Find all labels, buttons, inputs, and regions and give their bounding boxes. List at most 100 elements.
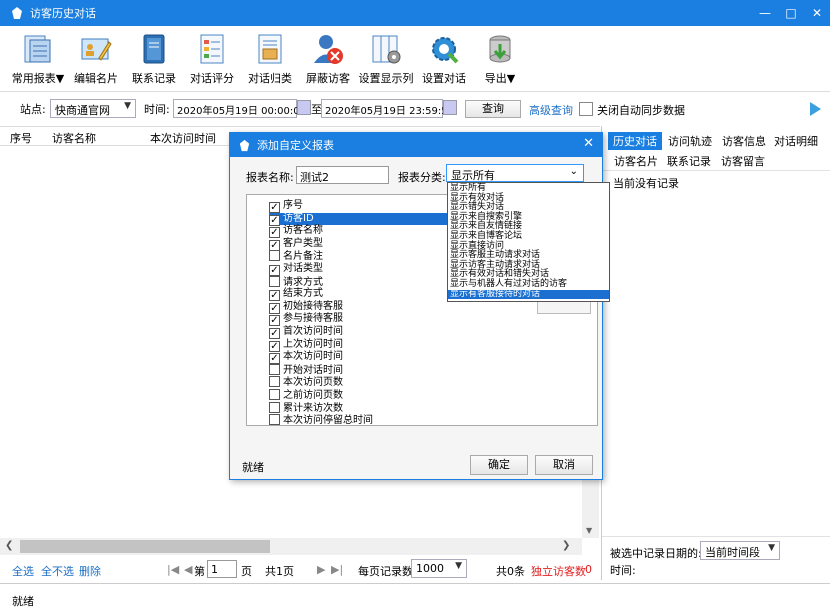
select-none-link[interactable]: 全不选 (41, 563, 74, 579)
field-item[interactable]: 本次访问停留总时间 (269, 414, 373, 425)
field-checkbox[interactable]: ✓ (269, 265, 280, 276)
first-page-icon[interactable]: |◀ (167, 563, 179, 576)
field-checkbox[interactable]: ✓ (269, 353, 280, 365)
toolbar-classify-button[interactable]: 对话归类 (240, 32, 300, 86)
field-checkbox[interactable]: ✓ (269, 202, 280, 213)
category-option[interactable]: 显示来自博客论坛 (450, 232, 522, 241)
prev-page-icon[interactable]: ◀ (184, 563, 192, 576)
field-checkbox[interactable]: ✓ (269, 328, 280, 339)
field-item[interactable]: 之前访问页数 (269, 389, 343, 401)
per-page-select[interactable]: 1000 ▼ (411, 559, 467, 578)
column-header[interactable]: 序号 (10, 130, 32, 146)
field-checkbox[interactable]: ✓ (269, 290, 280, 302)
toolbar-chat-settings-button[interactable]: 设置对话 (414, 32, 474, 86)
calendar-icon[interactable] (297, 100, 311, 115)
report-category-select[interactable]: 显示所有 ⌄ (446, 164, 584, 182)
field-item[interactable]: ✓ 访客名称 (269, 225, 323, 239)
field-item[interactable]: 名片备注 (269, 250, 323, 262)
field-checkbox[interactable] (269, 414, 280, 425)
field-checkbox[interactable] (269, 389, 280, 400)
category-option[interactable]: 显示与机器人有过对话的访客 (450, 280, 567, 289)
column-header[interactable]: 访客名称 (52, 130, 96, 146)
field-checkbox[interactable] (269, 275, 280, 287)
cancel-button[interactable]: 取消 (535, 455, 593, 475)
field-item[interactable]: ✓ 本次访问时间 (269, 351, 343, 365)
horizontal-scrollbar[interactable]: ❮ ❯ (0, 538, 582, 555)
scrollbar-thumb[interactable] (20, 540, 270, 553)
field-item[interactable]: 开始对话时间 (269, 363, 343, 376)
start-datetime-input[interactable]: 2020年05月19日 00:00:00 (173, 99, 306, 118)
toolbar-report-button[interactable]: 常用报表▼ (8, 32, 68, 86)
report-name-input[interactable]: 测试2 (296, 166, 389, 184)
field-checkbox[interactable]: ✓ (269, 315, 280, 327)
delete-link[interactable]: 删除 (79, 563, 101, 579)
next-page-icon[interactable]: ▶ (317, 563, 325, 576)
tab-chat-detail[interactable]: 对话明细 (774, 133, 818, 149)
toolbar-columns-button[interactable]: 设置显示列 (356, 32, 416, 86)
calendar-icon[interactable] (443, 100, 457, 115)
toolbar: 常用报表▼ 编辑名片 联系记录 对话评分 对话归类 屏蔽访客 设置显示列 设置对… (0, 26, 830, 92)
category-option[interactable]: 显示客服主动请求对话 (450, 251, 540, 260)
toolbar-export-button[interactable]: 导出▼ (470, 32, 530, 86)
tab-history-chat[interactable]: 历史对话 (608, 132, 662, 150)
field-checkbox[interactable] (269, 250, 280, 262)
field-checkbox[interactable]: ✓ (269, 214, 280, 226)
toolbar-contact-log-button[interactable]: 联系记录 (124, 32, 184, 86)
report-icon (24, 35, 51, 63)
field-checkbox[interactable]: ✓ (269, 340, 280, 352)
ok-button[interactable]: 确定 (470, 455, 528, 475)
end-datetime-input[interactable]: 2020年05月19日 23:59:59 (321, 99, 454, 118)
page-number-input[interactable]: 1 (207, 560, 237, 578)
field-label: 请求方式 (283, 276, 323, 288)
dialog-status: 就绪 (242, 461, 264, 474)
category-option[interactable]: 显示所有 (450, 184, 486, 193)
field-item[interactable]: ✓ 参与接待客服 (269, 313, 343, 327)
field-checkbox[interactable] (269, 363, 280, 375)
auto-sync-checkbox[interactable] (579, 102, 593, 116)
close-button[interactable]: ✕ (804, 0, 830, 26)
scroll-right-icon[interactable]: ❯ (562, 540, 570, 551)
date-range-select[interactable]: 当前时间段 ▼ (700, 541, 780, 560)
toolbar-block-button[interactable]: 屏蔽访客 (298, 32, 358, 86)
advanced-query-link[interactable]: 高级查询 (529, 102, 573, 118)
field-item[interactable]: ✓ 对话类型 (269, 263, 323, 276)
site-select[interactable]: 快商通官网 ▼ (50, 99, 136, 118)
select-all-link[interactable]: 全选 (12, 563, 34, 579)
field-item[interactable]: ✓ 序号 (269, 200, 303, 213)
tab-visitor-card[interactable]: 访客名片 (614, 153, 658, 169)
close-icon[interactable]: ✕ (583, 136, 594, 151)
field-checkbox[interactable] (269, 376, 280, 388)
arrow-right-icon[interactable] (808, 101, 822, 117)
last-page-icon[interactable]: ▶| (331, 563, 343, 576)
minimize-button[interactable]: — (752, 0, 778, 26)
toolbar-edit-card-button[interactable]: 编辑名片 (66, 32, 126, 86)
tab-contact-log[interactable]: 联系记录 (667, 153, 711, 169)
field-item[interactable]: 累计来访次数 (269, 401, 343, 414)
field-item[interactable]: ✓ 客户类型 (269, 238, 323, 251)
scroll-down-icon[interactable]: ▼ (586, 526, 592, 535)
category-option[interactable]: 显示有客服接待的对话 (448, 289, 609, 299)
toolbar-rating-button[interactable]: 对话评分 (182, 32, 242, 86)
field-item[interactable]: 本次访问页数 (269, 376, 343, 388)
edit-card-icon (81, 38, 112, 61)
field-checkbox[interactable]: ✓ (269, 227, 280, 239)
category-option[interactable]: 显示错失对话 (450, 203, 504, 212)
field-checkbox[interactable]: ✓ (269, 302, 280, 314)
query-button[interactable]: 查询 (465, 100, 521, 118)
tab-visitor-message[interactable]: 访客留言 (721, 153, 765, 169)
field-item[interactable]: ✓ 首次访问时间 (269, 326, 343, 339)
page-prefix: 第 (194, 565, 205, 578)
field-checkbox[interactable] (269, 401, 280, 413)
field-item[interactable]: ✓ 结束方式 (269, 288, 323, 302)
filter-bar: 站点: 快商通官网 ▼ 时间: 2020年05月19日 00:00:00 至 20… (0, 94, 830, 124)
scroll-left-icon[interactable]: ❮ (5, 540, 13, 551)
maximize-button[interactable]: □ (778, 0, 804, 26)
contact-log-icon (143, 34, 165, 64)
tab-visit-track[interactable]: 访问轨迹 (668, 133, 712, 149)
field-checkbox[interactable]: ✓ (269, 239, 280, 251)
column-header[interactable]: 本次访问时间 (150, 130, 216, 146)
field-item[interactable]: ✓ 初始接待客服 (269, 301, 343, 314)
tab-visitor-info[interactable]: 访客信息 (722, 133, 766, 149)
field-item[interactable]: 请求方式 (269, 275, 323, 288)
field-item[interactable]: ✓ 上次访问时间 (269, 339, 343, 352)
